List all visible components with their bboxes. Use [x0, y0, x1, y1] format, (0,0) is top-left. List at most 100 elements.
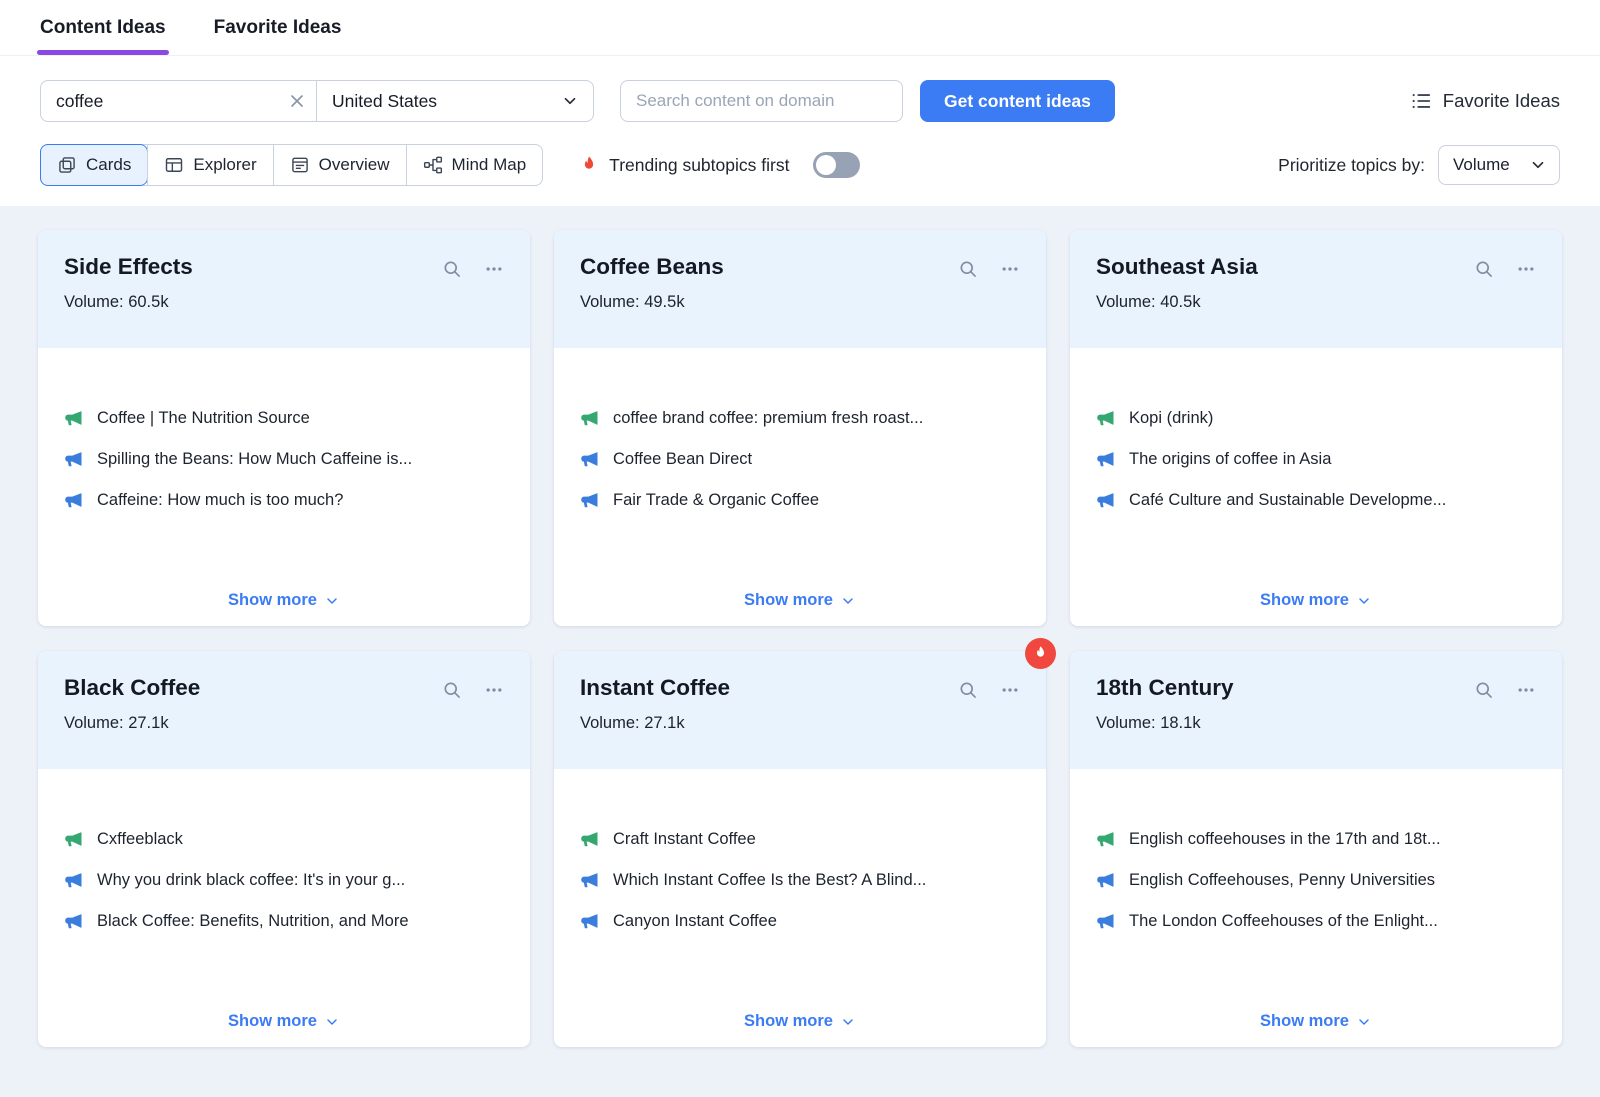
headline-item[interactable]: Coffee | The Nutrition Source — [64, 408, 504, 428]
card-search-icon[interactable] — [958, 680, 978, 700]
prioritize-select[interactable]: Volume — [1438, 145, 1560, 185]
headline-item[interactable]: Why you drink black coffee: It's in your… — [64, 870, 504, 890]
card-body: Kopi (drink) The origins of coffee in As… — [1070, 348, 1562, 626]
show-more-button[interactable]: Show more — [228, 1012, 340, 1031]
headline-item[interactable]: Kopi (drink) — [1096, 408, 1536, 428]
card-search-icon[interactable] — [442, 680, 462, 700]
show-more-button[interactable]: Show more — [744, 591, 856, 610]
headline-item[interactable]: Craft Instant Coffee — [580, 829, 1020, 849]
trending-flame-badge — [1025, 638, 1056, 669]
chevron-down-icon — [324, 1014, 340, 1030]
topic-cards-grid: Side Effects Volume: 60.5k Coffee | The … — [0, 206, 1600, 1087]
headline-text: English Coffeehouses, Penny Universities — [1129, 871, 1435, 890]
card-search-icon[interactable] — [442, 259, 462, 279]
card-menu-icon[interactable] — [1516, 259, 1536, 279]
view-explorer-label: Explorer — [193, 155, 256, 175]
show-more-button[interactable]: Show more — [744, 1012, 856, 1031]
prioritize-control: Prioritize topics by: Volume — [1278, 145, 1560, 185]
card-header: Side Effects Volume: 60.5k — [38, 230, 530, 348]
show-more-button[interactable]: Show more — [228, 591, 340, 610]
card-volume: Volume: 27.1k — [580, 714, 1020, 733]
keyword-input[interactable] — [40, 80, 317, 122]
card-body: English coffeehouses in the 17th and 18t… — [1070, 769, 1562, 1047]
headline-text: Black Coffee: Benefits, Nutrition, and M… — [97, 912, 409, 931]
card-menu-icon[interactable] — [1000, 259, 1020, 279]
favorite-ideas-link[interactable]: Favorite Ideas — [1410, 90, 1560, 112]
headline-text: Spilling the Beans: How Much Caffeine is… — [97, 450, 412, 469]
card-search-icon[interactable] — [1474, 259, 1494, 279]
megaphone-icon — [64, 408, 84, 428]
headline-item[interactable]: coffee brand coffee: premium fresh roast… — [580, 408, 1020, 428]
megaphone-icon — [1096, 829, 1116, 849]
topic-card-side-effects: Side Effects Volume: 60.5k Coffee | The … — [38, 230, 530, 626]
view-mindmap-button[interactable]: Mind Map — [406, 145, 543, 185]
megaphone-icon — [1096, 911, 1116, 931]
trending-toggle[interactable] — [813, 152, 860, 178]
card-search-icon[interactable] — [1474, 680, 1494, 700]
headline-item[interactable]: Coffee Bean Direct — [580, 449, 1020, 469]
topic-card-black-coffee: Black Coffee Volume: 27.1k Cxffeeblack W… — [38, 651, 530, 1047]
get-content-ideas-button[interactable]: Get content ideas — [920, 80, 1115, 122]
domain-search-input[interactable] — [620, 80, 903, 122]
view-overview-button[interactable]: Overview — [273, 145, 406, 185]
headline-text: Cxffeeblack — [97, 830, 183, 849]
headline-item[interactable]: Canyon Instant Coffee — [580, 911, 1020, 931]
prioritize-select-value: Volume — [1453, 155, 1510, 175]
tab-content-ideas-label: Content Ideas — [40, 17, 166, 39]
topic-card-southeast-asia: Southeast Asia Volume: 40.5k Kopi (drink… — [1070, 230, 1562, 626]
megaphone-icon — [580, 911, 600, 931]
card-volume: Volume: 49.5k — [580, 293, 1020, 312]
headline-item[interactable]: Which Instant Coffee Is the Best? A Blin… — [580, 870, 1020, 890]
country-select-value: United States — [332, 91, 437, 112]
card-volume: Volume: 27.1k — [64, 714, 504, 733]
trending-filter-label: Trending subtopics first — [609, 155, 789, 176]
headline-item[interactable]: Cxffeeblack — [64, 829, 504, 849]
headline-item[interactable]: English Coffeehouses, Penny Universities — [1096, 870, 1536, 890]
headline-item[interactable]: English coffeehouses in the 17th and 18t… — [1096, 829, 1536, 849]
chevron-down-icon — [1356, 1014, 1372, 1030]
toggle-knob — [816, 155, 836, 175]
card-header: 18th Century Volume: 18.1k — [1070, 651, 1562, 769]
headline-item[interactable]: The origins of coffee in Asia — [1096, 449, 1536, 469]
show-more-button[interactable]: Show more — [1260, 1012, 1372, 1031]
card-title: Coffee Beans — [580, 254, 724, 280]
trending-filter: Trending subtopics first — [579, 152, 860, 178]
megaphone-icon — [64, 490, 84, 510]
headline-text: Fair Trade & Organic Coffee — [613, 491, 819, 510]
headline-item[interactable]: Caffeine: How much is too much? — [64, 490, 504, 510]
megaphone-icon — [1096, 490, 1116, 510]
card-title: Side Effects — [64, 254, 193, 280]
clear-keyword-icon[interactable] — [287, 91, 307, 111]
view-cards-button[interactable]: Cards — [41, 145, 147, 185]
megaphone-icon — [580, 870, 600, 890]
card-header: Coffee Beans Volume: 49.5k — [554, 230, 1046, 348]
card-menu-icon[interactable] — [484, 259, 504, 279]
flame-icon — [579, 155, 599, 175]
headline-item[interactable]: Spilling the Beans: How Much Caffeine is… — [64, 449, 504, 469]
card-menu-icon[interactable] — [1516, 680, 1536, 700]
controls-panel: United States Get content ideas Favorite… — [0, 56, 1600, 206]
card-volume: Volume: 18.1k — [1096, 714, 1536, 733]
view-explorer-button[interactable]: Explorer — [147, 145, 272, 185]
card-title: Instant Coffee — [580, 675, 730, 701]
headline-item[interactable]: Fair Trade & Organic Coffee — [580, 490, 1020, 510]
card-header: Instant Coffee Volume: 27.1k — [554, 651, 1046, 769]
cards-view-icon — [57, 155, 77, 175]
chevron-down-icon — [840, 1014, 856, 1030]
card-search-icon[interactable] — [958, 259, 978, 279]
favorite-ideas-label: Favorite Ideas — [1443, 90, 1560, 112]
tab-favorite-ideas[interactable]: Favorite Ideas — [214, 0, 342, 55]
view-overview-label: Overview — [319, 155, 390, 175]
card-menu-icon[interactable] — [484, 680, 504, 700]
top-tab-bar: Content Ideas Favorite Ideas — [0, 0, 1600, 56]
tab-content-ideas[interactable]: Content Ideas — [40, 0, 166, 55]
chevron-down-icon — [840, 593, 856, 609]
active-tab-underline — [37, 50, 169, 55]
headline-item[interactable]: Café Culture and Sustainable Developme..… — [1096, 490, 1536, 510]
headline-item[interactable]: Black Coffee: Benefits, Nutrition, and M… — [64, 911, 504, 931]
headline-item[interactable]: The London Coffeehouses of the Enlight..… — [1096, 911, 1536, 931]
megaphone-icon — [64, 829, 84, 849]
country-select[interactable]: United States — [316, 80, 594, 122]
show-more-button[interactable]: Show more — [1260, 591, 1372, 610]
card-menu-icon[interactable] — [1000, 680, 1020, 700]
